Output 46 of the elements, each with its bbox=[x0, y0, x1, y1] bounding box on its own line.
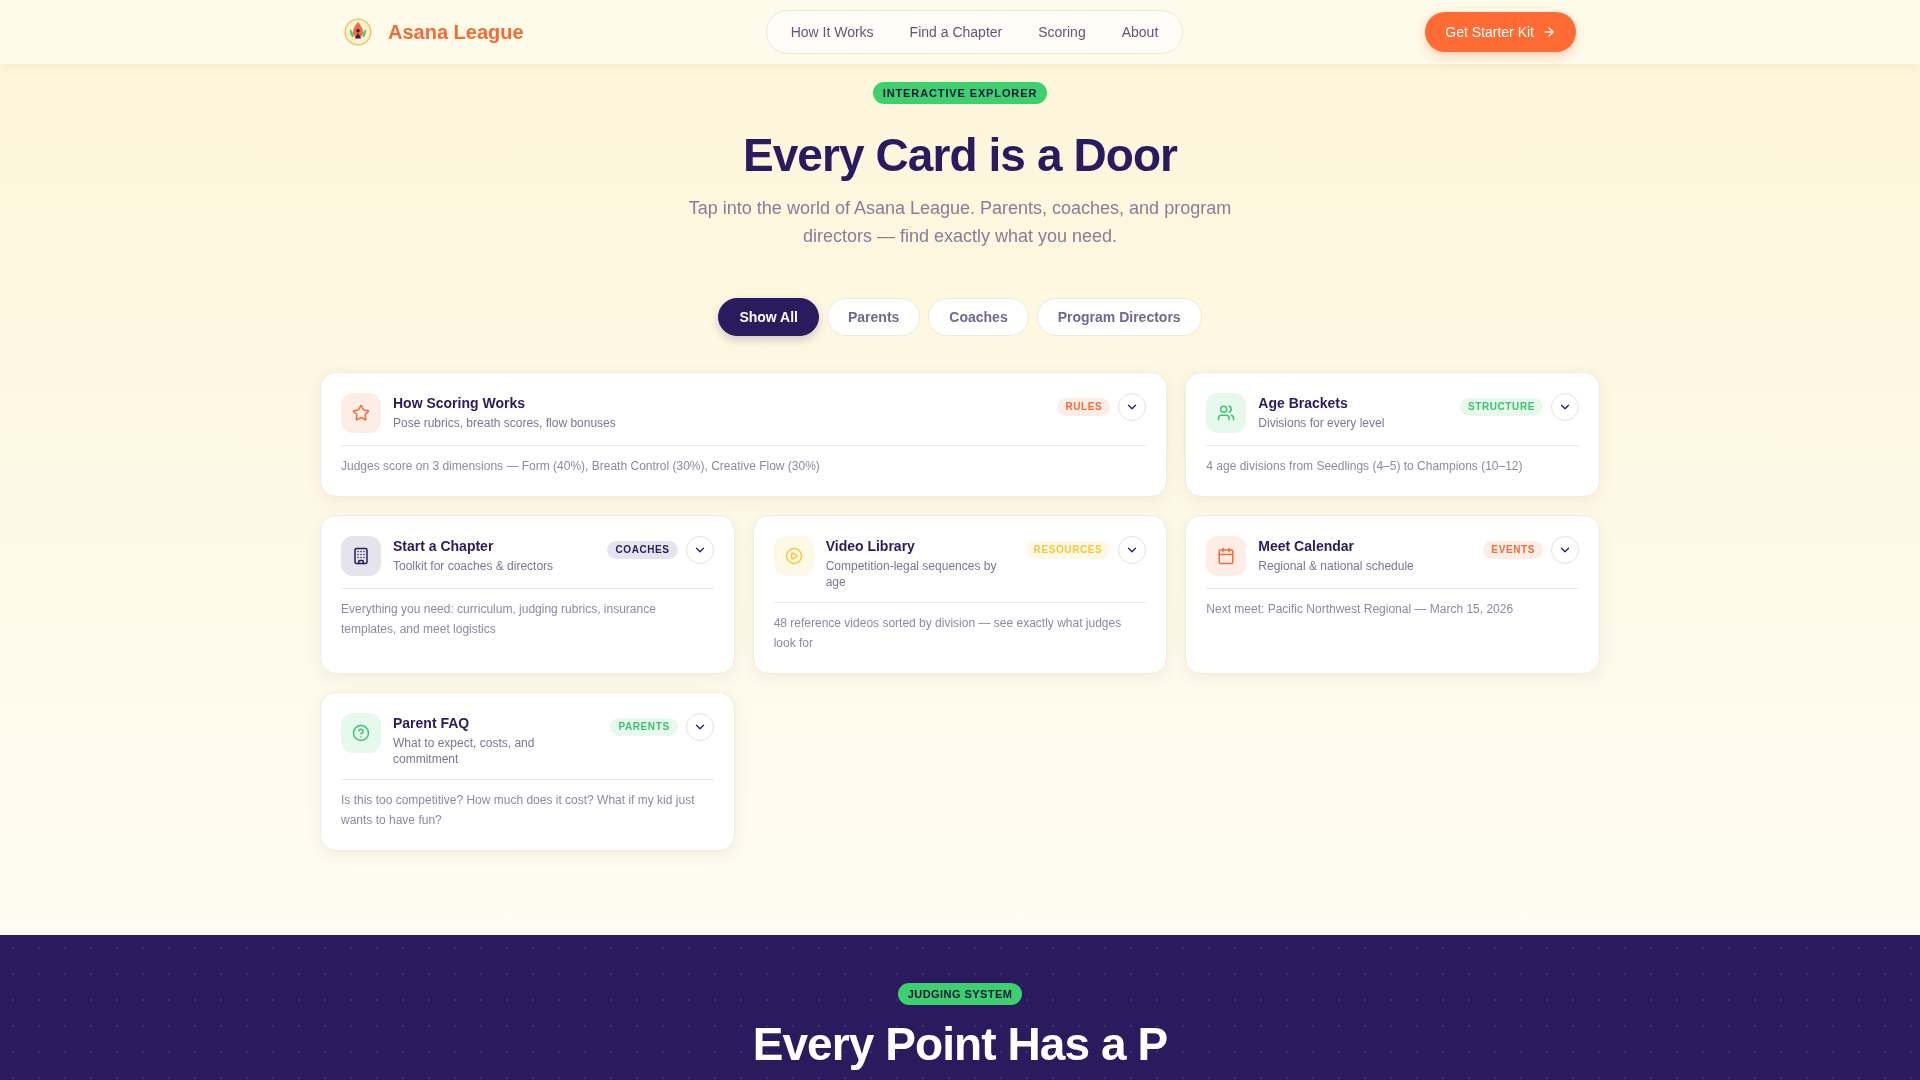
filter-tab[interactable]: Coaches bbox=[928, 298, 1029, 336]
card-title: Video Library bbox=[825, 537, 916, 556]
expand-button[interactable] bbox=[685, 536, 714, 564]
category-label: RULES bbox=[1057, 398, 1111, 416]
card-description: Everything you need: curriculum, judging rubrics, insurance templates, and meet logistics bbox=[341, 601, 657, 638]
filter-tab[interactable]: Show All bbox=[718, 298, 819, 336]
filter-tab[interactable]: Program Directors bbox=[1036, 298, 1202, 336]
category-label: EVENTS bbox=[1483, 541, 1543, 559]
expand-button[interactable] bbox=[1551, 393, 1579, 421]
card-description: Is this too competitive? How much does it cost? What if my kid just wants to have fun? bbox=[341, 792, 696, 829]
card-title: Start a Chapter bbox=[393, 537, 495, 556]
card-subtitle: Competition-legal sequences by age bbox=[825, 558, 998, 590]
expand-button[interactable] bbox=[685, 713, 714, 741]
card-subtitle: Toolkit for coaches & directors bbox=[393, 558, 555, 574]
expand-button[interactable] bbox=[1118, 393, 1147, 421]
card-subtitle: Pose rubrics, breath scores, flow bonuses bbox=[393, 415, 617, 431]
card-description: 48 reference videos sorted by division — see exactly what judges look for bbox=[773, 615, 1123, 652]
expand-button[interactable] bbox=[1118, 536, 1147, 564]
people-icon bbox=[1206, 393, 1247, 433]
logo-icon bbox=[344, 18, 372, 46]
category-label: COACHES bbox=[607, 541, 678, 559]
card-subtitle: What to expect, costs, and commitment bbox=[393, 735, 536, 767]
card-title: How Scoring Works bbox=[393, 394, 526, 413]
nav-link[interactable]: About bbox=[1103, 11, 1177, 53]
nav-link[interactable]: Find a Chapter bbox=[891, 11, 1021, 53]
nav-link[interactable]: Scoring bbox=[1020, 11, 1104, 53]
star-icon bbox=[341, 393, 381, 433]
card-title: Meet Calendar bbox=[1258, 537, 1356, 556]
calendar-icon bbox=[1206, 536, 1247, 576]
card-description: Judges score on 3 dimensions — Form (40%), Breath Control (30%), Creative Flow (30%) bbox=[341, 458, 821, 475]
card-title: Age Brackets bbox=[1258, 394, 1349, 413]
card-subtitle: Divisions for every level bbox=[1258, 415, 1386, 431]
filter-tab[interactable]: Parents bbox=[826, 298, 921, 336]
section-label: JUDGING SYSTEM bbox=[897, 983, 1023, 1005]
nav-link[interactable]: How It Works bbox=[772, 11, 892, 53]
category-label: RESOURCES bbox=[1025, 541, 1111, 559]
expand-button[interactable] bbox=[1551, 536, 1579, 564]
card-description: Next meet: Pacific Northwest Regional — March 15, 2026 bbox=[1206, 601, 1515, 618]
hero-subtitle: Tap into the world of Asana League. Parents, coaches, and program directors — find exactly what you need. bbox=[687, 197, 1233, 248]
category-label: PARENTS bbox=[610, 718, 678, 736]
card-title: Parent FAQ bbox=[393, 714, 471, 733]
card-description: 4 age divisions from Seedlings (4–5) to Champions (10–12) bbox=[1206, 458, 1524, 475]
category-label: STRUCTURE bbox=[1459, 398, 1543, 416]
card-subtitle: Regional & national schedule bbox=[1258, 558, 1415, 574]
building-icon bbox=[341, 536, 381, 576]
section-label: INTERACTIVE EXPLORER bbox=[872, 82, 1048, 104]
